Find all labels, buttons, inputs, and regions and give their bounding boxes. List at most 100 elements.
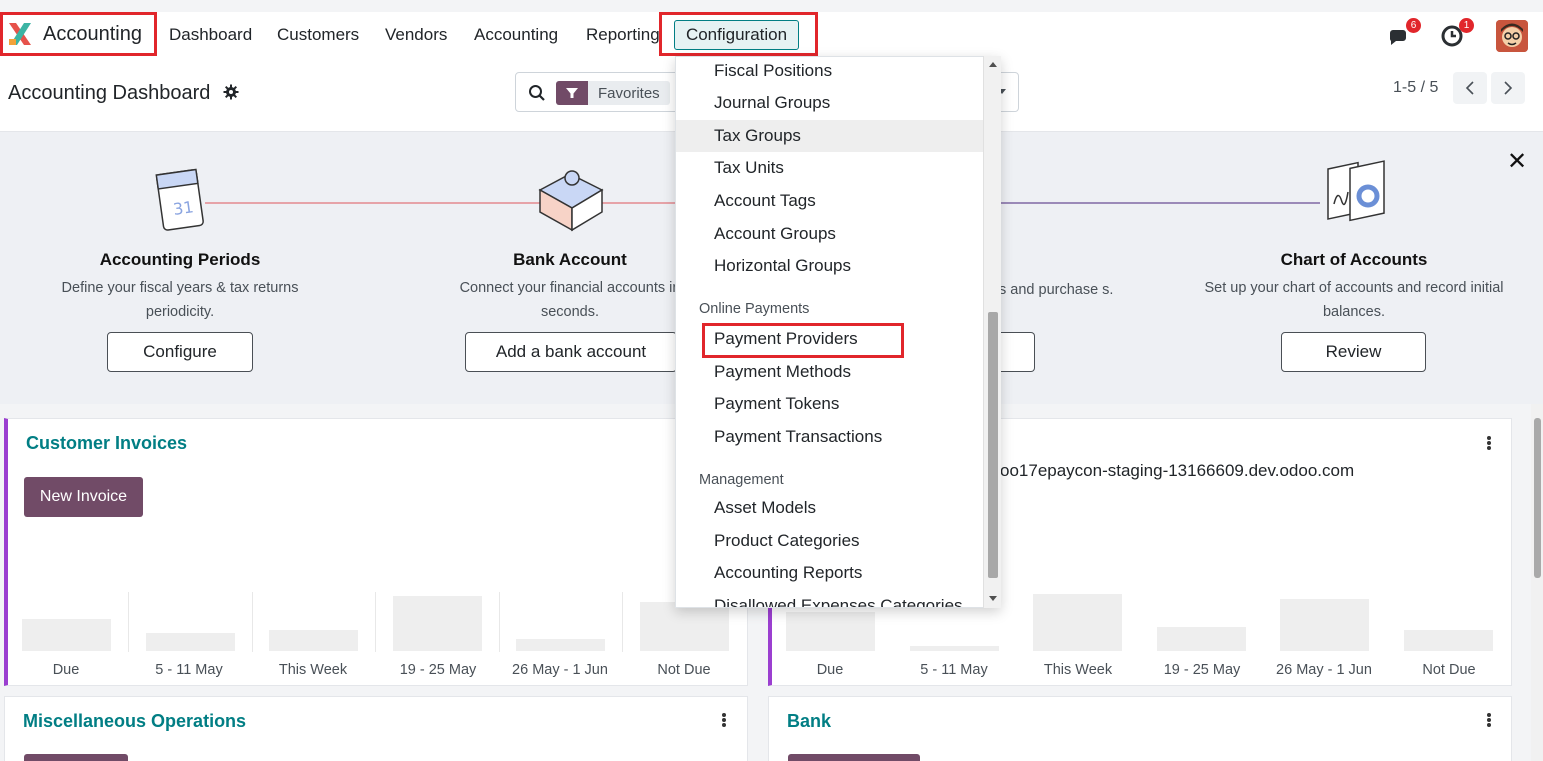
menu-item-accounting-reports[interactable]: Accounting Reports (676, 557, 983, 589)
chart-bar (910, 646, 999, 651)
chart-bar (1404, 630, 1493, 651)
scroll-down-icon[interactable] (989, 596, 997, 601)
configure-button[interactable]: Configure (107, 332, 253, 372)
app-logo-icon (7, 21, 33, 47)
menu-item-payment-methods[interactable]: Payment Methods (676, 356, 983, 388)
nav-accounting[interactable]: Accounting (474, 25, 558, 45)
pager-value[interactable]: 1-5 / 5 (1393, 79, 1438, 97)
chart-bar (786, 612, 875, 651)
chart-bar (393, 596, 482, 651)
scroll-up-icon[interactable] (989, 62, 997, 67)
misc-action-button[interactable] (24, 754, 128, 761)
nav-reporting[interactable]: Reporting (586, 25, 660, 45)
search-icon (528, 84, 546, 102)
chart-docs-icon (1324, 160, 1385, 240)
x-label: Due (52, 662, 80, 678)
svg-text:31: 31 (172, 197, 195, 219)
activities-badge: 1 (1459, 18, 1474, 33)
step-description: Set up your chart of accounts and record… (1204, 280, 1504, 320)
step-title: Chart of Accounts (1280, 250, 1428, 269)
chart-separator (252, 592, 253, 652)
page-scrollbar[interactable] (1531, 404, 1543, 761)
chart-separator (128, 592, 129, 652)
top-navbar: Accounting Dashboard Customers Vendors A… (0, 12, 1543, 58)
x-label: 5 - 11 May (920, 662, 988, 678)
menu-item-tax-groups[interactable]: Tax Groups (676, 120, 983, 152)
filter-icon (556, 81, 588, 105)
menu-item-journal-groups[interactable]: Journal Groups (676, 87, 983, 119)
nav-customers[interactable]: Customers (277, 25, 359, 45)
customer-invoices-card: Customer Invoices (4, 418, 748, 686)
x-label: This Week (278, 662, 348, 678)
card-title[interactable]: Customer Invoices (26, 433, 187, 454)
chart-bar (1157, 627, 1246, 651)
x-label: 26 May - 1 Jun (1276, 662, 1372, 678)
menu-item-payment-transactions[interactable]: Payment Transactions (676, 421, 983, 453)
menu-item-horizontal-groups[interactable]: Horizontal Groups (676, 250, 983, 282)
dropdown-scrollbar[interactable] (983, 56, 1001, 608)
card-email-alias[interactable]: oo17epaycon-staging-13166609.dev.odoo.co… (1000, 461, 1354, 481)
x-label: Not Due (1422, 662, 1476, 678)
chart-bar (269, 630, 358, 651)
step-accounting-periods: 31 Accounting Periods Define your fiscal… (30, 160, 330, 324)
favorites-facet[interactable]: Favorites (556, 81, 670, 105)
gear-icon[interactable] (223, 84, 239, 100)
page-title: Accounting Dashboard (8, 82, 211, 104)
card-title[interactable]: Bank (787, 711, 831, 732)
x-label: Due (816, 662, 844, 678)
card-title[interactable]: Miscellaneous Operations (23, 711, 246, 732)
close-icon[interactable]: ✕ (1507, 147, 1527, 176)
menu-item-account-tags[interactable]: Account Tags (676, 185, 983, 217)
bank-action-button[interactable] (788, 754, 920, 761)
chevron-right-icon[interactable] (1491, 72, 1525, 104)
x-label: This Week (1043, 662, 1113, 678)
x-label: 26 May - 1 Jun (512, 662, 608, 678)
add-bank-account-button[interactable]: Add a bank account (465, 332, 677, 372)
chart-bar (1280, 599, 1369, 651)
kebab-icon[interactable] (722, 713, 726, 727)
menu-item-product-categories[interactable]: Product Categories (676, 525, 983, 557)
kebab-icon[interactable] (1487, 713, 1491, 727)
x-label: 19 - 25 May (399, 662, 477, 678)
step-title: Accounting Periods (99, 250, 261, 269)
chart-separator (622, 592, 623, 652)
x-label: 19 - 25 May (1163, 662, 1241, 678)
menu-item-fiscal-positions[interactable]: Fiscal Positions (676, 57, 983, 87)
chevron-left-icon[interactable] (1453, 72, 1487, 104)
nav-vendors[interactable]: Vendors (385, 25, 447, 45)
bank-puzzle-icon (538, 160, 604, 240)
misc-operations-card: Miscellaneous Operations (4, 696, 748, 761)
messages-icon[interactable]: 6 (1387, 18, 1421, 50)
chart-bar (640, 602, 729, 651)
chart-bar (22, 619, 111, 651)
chart-bar (516, 639, 605, 651)
step-description: Connect your financial accounts in secon… (459, 280, 681, 320)
new-invoice-button[interactable]: New Invoice (24, 477, 143, 517)
menu-item-asset-models[interactable]: Asset Models (676, 492, 983, 524)
menu-item-account-groups[interactable]: Account Groups (676, 218, 983, 250)
dropdown-scrollbar-thumb[interactable] (988, 312, 998, 578)
menu-item-disallowed-expenses[interactable]: Disallowed Expenses Categories (676, 590, 983, 607)
app-name: Accounting (43, 22, 142, 45)
step-description: Define your fiscal years & tax returns p… (61, 280, 299, 320)
step-chart-of-accounts: Chart of Accounts Set up your chart of a… (1204, 160, 1504, 324)
x-label: Not Due (657, 662, 711, 678)
nav-dashboard[interactable]: Dashboard (169, 25, 252, 45)
kebab-icon[interactable] (1487, 436, 1491, 450)
calendar-icon: 31 (150, 160, 210, 240)
review-button[interactable]: Review (1281, 332, 1426, 372)
step-description-partial: s and purchase s. (999, 282, 1114, 298)
favorites-label: Favorites (598, 84, 660, 102)
bank-card: Bank (768, 696, 1512, 761)
page-scrollbar-thumb[interactable] (1534, 418, 1541, 578)
app-brand[interactable]: Accounting (0, 12, 157, 56)
nav-configuration[interactable]: Configuration (674, 20, 799, 50)
menu-section-online-payments: Online Payments (699, 301, 810, 317)
chart-bar (146, 633, 235, 651)
chart-separator (499, 592, 500, 652)
messages-badge: 6 (1406, 18, 1421, 33)
menu-item-payment-tokens[interactable]: Payment Tokens (676, 388, 983, 420)
menu-item-tax-units[interactable]: Tax Units (676, 152, 983, 184)
clock-icon[interactable]: 1 (1440, 18, 1474, 50)
user-avatar[interactable] (1496, 20, 1528, 52)
